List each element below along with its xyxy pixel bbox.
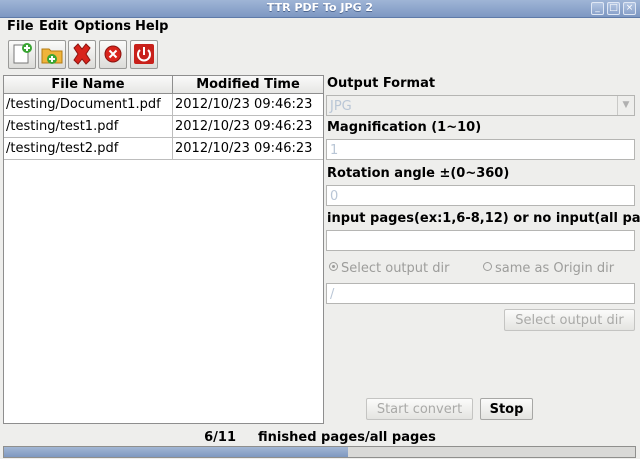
add-file-button[interactable] [8,40,36,69]
window-title: TTR PDF To JPG 2 [266,1,374,14]
window-controls: _ □ × [591,2,636,15]
output-format-value: JPG [330,99,352,114]
table-header: File Name Modified Time [4,76,323,94]
power-icon [134,44,154,64]
radio-selected-icon [329,262,338,271]
chevron-down-icon[interactable]: ▼ [617,96,634,115]
modified-time-cell: 2012/10/23 09:46:23 [175,119,313,134]
file-name-cell: /testing/test2.pdf [6,141,119,156]
output-format-select[interactable]: JPG ▼ [326,95,635,116]
menu-file[interactable]: File [7,19,34,34]
output-format-label: Output Format [327,76,436,91]
radio-unselected-icon [483,262,492,271]
window-titlebar: TTR PDF To JPG 2 _ □ × [0,0,640,18]
add-folder-button[interactable] [38,40,66,69]
column-header-file-name[interactable]: File Name [4,76,172,93]
file-name-cell: /testing/Document1.pdf [6,97,161,112]
rotation-input[interactable]: 0 [326,185,635,206]
output-dir-input[interactable]: / [326,283,635,304]
close-window-button[interactable]: × [623,2,636,15]
menu-bar: File Edit Options Help [0,18,640,38]
menu-options[interactable]: Options [74,19,131,34]
status-count: 6/11 [204,430,237,445]
modified-time-cell: 2012/10/23 09:46:23 [175,97,313,112]
pages-input[interactable] [326,230,635,251]
magnification-label: Magnification (1~10) [327,120,482,135]
stop-button[interactable]: Stop [480,398,533,420]
menu-help[interactable]: Help [135,19,168,34]
minimize-button[interactable]: _ [591,2,604,15]
status-text: 6/11 finished pages/all pages [0,430,640,445]
modified-time-cell: 2012/10/23 09:46:23 [175,141,313,156]
rotation-label: Rotation angle ±(0~360) [327,166,510,181]
file-name-cell: /testing/test1.pdf [6,119,119,134]
select-output-dir-radio[interactable]: Select output dir [329,261,449,276]
circle-x-icon [104,45,122,63]
start-convert-button[interactable]: Start convert [366,398,473,420]
menu-edit[interactable]: Edit [39,19,68,34]
table-row[interactable]: /testing/test2.pdf 2012/10/23 09:46:23 [4,138,323,160]
table-row[interactable]: /testing/Document1.pdf 2012/10/23 09:46:… [4,94,323,116]
stop-button-toolbar[interactable] [99,40,127,69]
pages-label: input pages(ex:1,6-8,12) or no input(all… [327,211,640,226]
progress-bar [3,446,636,458]
column-header-modified-time[interactable]: Modified Time [173,76,323,93]
new-document-plus-icon [13,43,32,64]
toolbar [0,38,640,70]
folder-plus-icon [41,48,63,64]
maximize-button[interactable]: □ [607,2,620,15]
table-row[interactable]: /testing/test1.pdf 2012/10/23 09:46:23 [4,116,323,138]
exit-button[interactable] [130,40,158,69]
status-description: finished pages/all pages [258,430,436,445]
select-output-dir-button[interactable]: Select output dir [504,309,635,331]
progress-fill [4,447,348,457]
file-table: File Name Modified Time /testing/Documen… [3,75,324,424]
magnification-input[interactable]: 1 [326,139,635,160]
red-x-icon [73,43,91,65]
same-as-origin-label: same as Origin dir [495,261,615,276]
remove-button[interactable] [68,40,96,69]
same-as-origin-radio[interactable]: same as Origin dir [483,261,614,276]
select-output-dir-label: Select output dir [341,261,450,276]
